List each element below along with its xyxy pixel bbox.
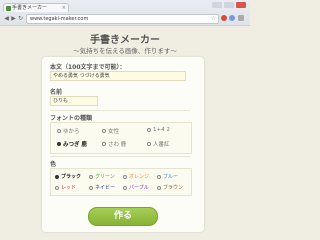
color-option-label: グリーン [95, 174, 115, 180]
extension-icon[interactable] [229, 15, 235, 21]
color-option[interactable]: パープル [123, 184, 149, 191]
color-option-label: ブルー [163, 174, 179, 180]
font-radio[interactable] [147, 128, 151, 132]
close-window-button[interactable] [236, 2, 246, 8]
font-option[interactable]: ゆかろ [57, 127, 80, 135]
reload-icon[interactable]: ↻ [17, 15, 24, 22]
bookmark-star-icon[interactable]: ☆ [211, 15, 216, 23]
color-radio[interactable] [55, 185, 59, 190]
url-text: www.tegaki-maker.com [30, 16, 89, 22]
color-option[interactable]: ブラック [55, 173, 81, 180]
font-option[interactable]: 人番紅 [147, 140, 170, 148]
font-option-label: みつぎ 鹿 [63, 142, 87, 148]
font-radio[interactable] [102, 142, 106, 146]
navigation-bar: ◀ ▶ ↻ www.tegaki-maker.com ☆ [0, 13, 250, 24]
menu-icon[interactable] [238, 15, 244, 21]
font-option[interactable]: 女性 [102, 127, 119, 135]
color-option[interactable]: ネイビー [89, 184, 115, 191]
font-options-box: ゆかろ 女性 1+4 2 みつぎ 鹿 さわ 鹿 人番紅 [50, 122, 192, 154]
color-radio[interactable] [89, 174, 93, 179]
font-option-label: ゆかろ [63, 129, 80, 135]
font-option-label: さわ 鹿 [108, 142, 127, 148]
forward-arrow-icon[interactable]: ▶ [10, 15, 17, 22]
body-text-label: 本文（100文字まで可能）： [50, 64, 126, 71]
tab-title: 手書きメーカー [12, 5, 48, 11]
color-option-label: ネイビー [95, 185, 116, 191]
color-option-label: オレンジ [129, 174, 150, 180]
font-option-label: 女性 [108, 129, 120, 135]
page-title: 手書きメーカー [90, 35, 160, 46]
color-radio[interactable] [123, 185, 127, 190]
color-option[interactable]: グリーン [89, 173, 115, 180]
font-option-label: 人番紅 [153, 142, 170, 148]
divider [50, 156, 190, 157]
color-option[interactable]: レッド [55, 184, 76, 191]
color-option[interactable]: ブルー [157, 173, 178, 180]
color-options-box: ブラック グリーン オレンジ ブルーレッド ネイビー パープル ブラウン [50, 168, 192, 196]
font-radio[interactable] [57, 129, 61, 133]
font-option[interactable]: 1+4 2 [147, 127, 170, 133]
minimize-button[interactable] [212, 2, 222, 8]
font-radio[interactable] [102, 129, 106, 133]
maximize-button[interactable] [224, 2, 234, 8]
divider [50, 110, 190, 111]
back-arrow-icon[interactable]: ◀ [3, 15, 10, 22]
body-text-input[interactable]: やめる勇気 つづける勇気 [50, 71, 186, 81]
color-option[interactable]: オレンジ [123, 173, 149, 180]
font-type-label: フォントの種類 [50, 115, 93, 122]
font-radio[interactable] [147, 142, 151, 146]
color-label: 色 [50, 161, 57, 168]
browser-chrome: 手書きメーカー × ◀ ▶ ↻ www.tegaki-maker.com ☆ [0, 0, 250, 26]
color-radio[interactable] [89, 185, 93, 190]
font-option-label: 1+4 2 [153, 127, 170, 133]
make-button[interactable]: 作る [88, 207, 158, 226]
color-option[interactable]: ブラウン [157, 184, 183, 191]
color-radio[interactable] [55, 174, 59, 179]
color-radio[interactable] [123, 174, 127, 179]
font-radio[interactable] [57, 142, 61, 146]
favicon-icon [6, 6, 11, 11]
color-option-label: ブラック [61, 174, 82, 180]
page-subtitle: ～気持ちを伝える画像、作ります～ [73, 47, 177, 55]
window-controls [212, 2, 246, 8]
color-option-label: パープル [129, 185, 149, 191]
browser-tab[interactable]: 手書きメーカー × [3, 3, 69, 12]
color-option-label: レッド [61, 185, 77, 191]
font-option[interactable]: みつぎ 鹿 [57, 140, 87, 148]
name-label: 名前 [50, 89, 63, 96]
font-option[interactable]: さわ 鹿 [102, 140, 126, 148]
extension-icon[interactable] [221, 15, 227, 21]
address-bar[interactable]: www.tegaki-maker.com ☆ [26, 14, 219, 24]
name-input[interactable]: ひりも [50, 96, 98, 106]
color-radio[interactable] [157, 174, 161, 179]
color-option-label: ブラウン [163, 185, 184, 191]
tab-close-icon[interactable]: × [62, 4, 66, 12]
color-radio[interactable] [157, 185, 161, 190]
